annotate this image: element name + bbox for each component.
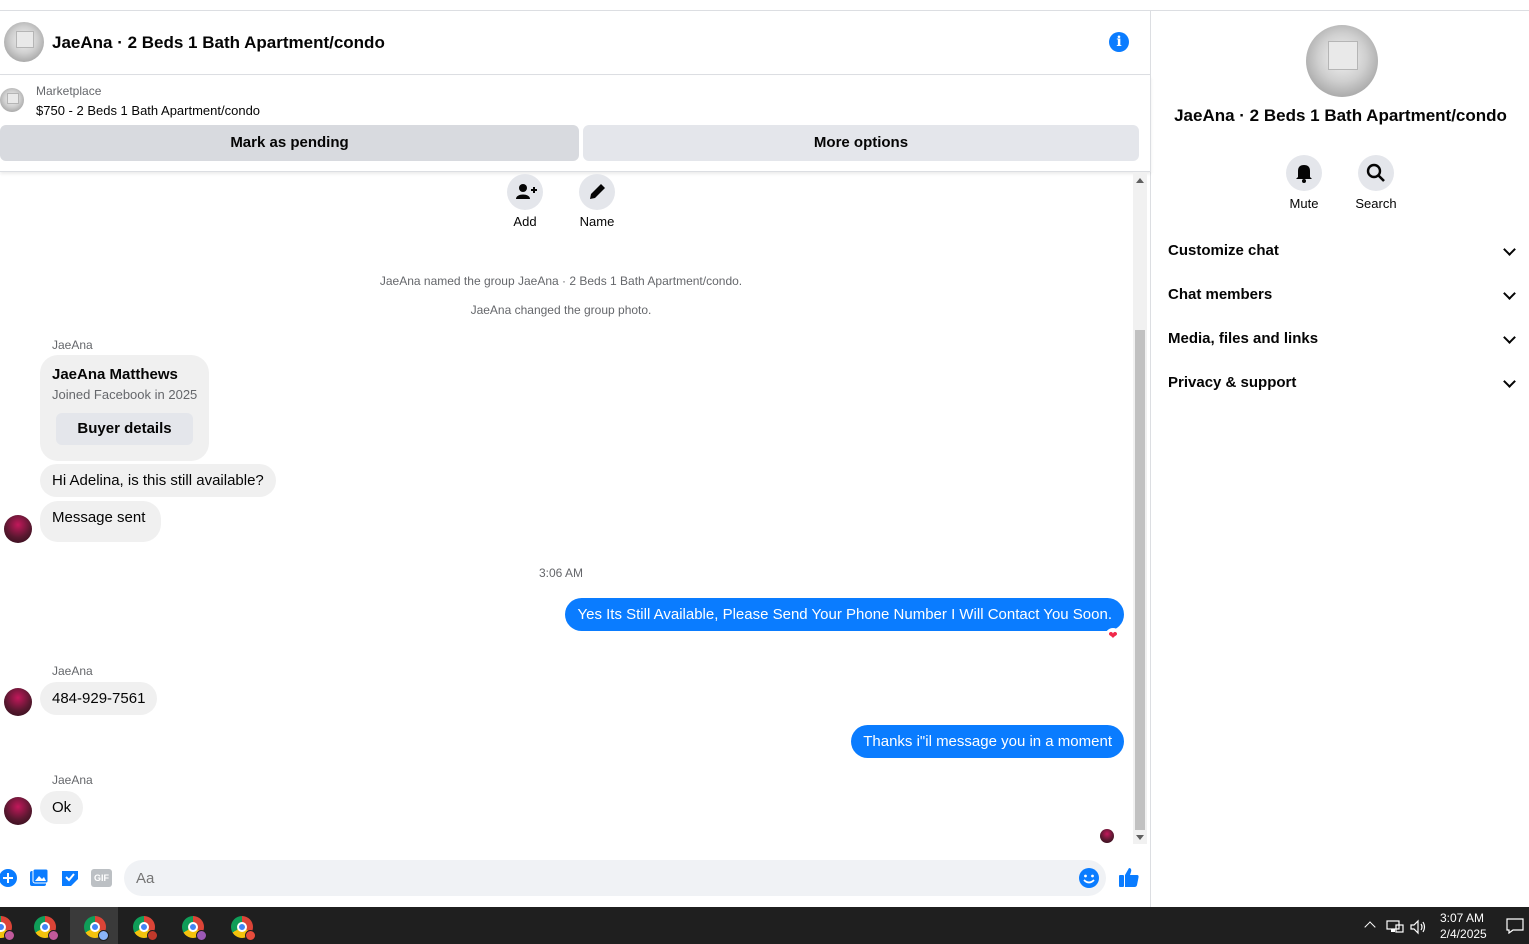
message-list: Add Name JaeAna named the group JaeAna ·… — [0, 172, 1151, 852]
scroll-thumb[interactable] — [1135, 330, 1145, 830]
group-avatar[interactable] — [4, 22, 44, 62]
scroll-down-arrow[interactable] — [1136, 835, 1144, 840]
section-label: Customize chat — [1168, 242, 1279, 259]
marketplace-listing-bar: Marketplace $750 - 2 Beds 1 Bath Apartme… — [0, 76, 1151, 172]
name-group-button[interactable] — [579, 174, 615, 210]
seen-receipt-avatar — [1100, 829, 1114, 843]
scroll-up-arrow[interactable] — [1136, 178, 1144, 183]
profile-joined: Joined Facebook in 2025 — [52, 387, 198, 402]
chrome-profile-icon[interactable] — [231, 916, 256, 941]
system-message-photo: JaeAna changed the group photo. — [470, 303, 652, 317]
message-composer: GIF — [0, 857, 1151, 907]
section-media-files-links[interactable]: Media, files and links — [1168, 319, 1518, 359]
listing-source: Marketplace — [36, 84, 102, 98]
plus-icon[interactable] — [0, 868, 18, 888]
chat-panel: JaeAna · 2 Beds 1 Bath Apartment/condo i… — [0, 11, 1151, 907]
system-message-rename: JaeAna named the group JaeAna · 2 Beds 1… — [379, 274, 743, 288]
section-label: Chat members — [1168, 286, 1273, 303]
chat-header: JaeAna · 2 Beds 1 Bath Apartment/condo i — [0, 11, 1151, 75]
add-people-button[interactable] — [507, 174, 543, 210]
chevron-down-icon — [1503, 287, 1516, 300]
chat-info-sidebar: JaeAna · 2 Beds 1 Bath Apartment/condo M… — [1152, 11, 1529, 907]
buyer-profile-card: JaeAna Matthews Joined Facebook in 2025 … — [40, 355, 209, 461]
user-avatar[interactable] — [4, 797, 32, 825]
heart-reaction-icon[interactable]: ❤ — [1105, 628, 1121, 644]
bell-icon — [1296, 165, 1312, 183]
message-input[interactable] — [136, 860, 1056, 896]
incoming-message[interactable]: Ok — [40, 791, 84, 824]
chrome-profile-icon[interactable] — [133, 916, 158, 941]
user-avatar[interactable] — [4, 688, 32, 716]
chrome-profile-icon[interactable] — [84, 916, 109, 941]
chrome-profile-icon[interactable] — [34, 916, 59, 941]
mark-as-pending-button[interactable]: Mark as pending — [0, 125, 579, 161]
chrome-profile-icon[interactable] — [0, 916, 15, 941]
chat-title[interactable]: JaeAna · 2 Beds 1 Bath Apartment/condo — [52, 33, 385, 53]
system-clock[interactable]: 3:07 AM 2/4/2025 — [1440, 910, 1487, 942]
network-icon[interactable] — [1386, 919, 1404, 935]
name-label: Name — [579, 214, 615, 229]
sender-name: JaeAna — [52, 773, 93, 787]
search-label: Search — [1355, 196, 1397, 211]
profile-name: JaeAna Matthews — [52, 366, 178, 383]
chrome-profile-icon[interactable] — [182, 916, 207, 941]
incoming-message[interactable]: Hi Adelina, is this still available? — [40, 464, 276, 497]
os-taskbar: 3:07 AM 2/4/2025 — [0, 907, 1529, 944]
search-button[interactable] — [1358, 155, 1394, 191]
volume-icon[interactable] — [1410, 919, 1428, 935]
more-options-button[interactable]: More options — [583, 125, 1139, 161]
mute-button[interactable] — [1286, 155, 1322, 191]
add-label: Add — [513, 214, 537, 229]
info-icon[interactable]: i — [1109, 32, 1129, 52]
clock-time: 3:07 AM — [1440, 911, 1485, 925]
section-privacy-support[interactable]: Privacy & support — [1168, 363, 1518, 403]
section-label: Privacy & support — [1168, 374, 1297, 391]
outgoing-message[interactable]: Thanks i"il message you in a moment — [851, 725, 1124, 758]
add-person-icon — [516, 184, 537, 199]
chat-scrollbar[interactable] — [1133, 172, 1147, 844]
photo-icon[interactable] — [29, 868, 49, 888]
emoji-icon[interactable] — [1078, 867, 1100, 889]
listing-price-title[interactable]: $750 - 2 Beds 1 Bath Apartment/condo — [36, 103, 260, 118]
section-customize-chat[interactable]: Customize chat — [1168, 231, 1518, 271]
gif-icon[interactable]: GIF — [91, 869, 112, 887]
chevron-up-icon[interactable] — [1364, 921, 1376, 933]
outgoing-message[interactable]: Yes Its Still Available, Please Send You… — [565, 598, 1124, 631]
chevron-down-icon — [1503, 375, 1516, 388]
sender-name: JaeAna — [52, 664, 93, 678]
clock-date: 2/4/2025 — [1440, 927, 1487, 941]
listing-thumbnail[interactable] — [0, 88, 24, 112]
top-divider — [0, 0, 1529, 11]
messenger-app: JaeAna · 2 Beds 1 Bath Apartment/condo i… — [0, 0, 1529, 907]
user-avatar[interactable] — [4, 515, 32, 543]
mute-label: Mute — [1289, 196, 1319, 211]
group-photo[interactable] — [1306, 25, 1378, 97]
incoming-message[interactable]: 484-929-7561 — [40, 682, 158, 715]
pencil-icon — [590, 184, 605, 199]
notification-icon[interactable] — [1506, 918, 1524, 934]
chevron-down-icon — [1503, 331, 1516, 344]
chevron-down-icon — [1503, 243, 1516, 256]
incoming-message[interactable]: Message sent — [40, 501, 162, 542]
section-chat-members[interactable]: Chat members — [1168, 275, 1518, 315]
search-icon — [1366, 163, 1385, 182]
sidebar-title: JaeAna · 2 Beds 1 Bath Apartment/condo — [1174, 106, 1507, 125]
thumbs-up-icon[interactable] — [1118, 866, 1140, 888]
sender-name: JaeAna — [52, 338, 93, 352]
buyer-details-button[interactable]: Buyer details — [56, 413, 193, 445]
message-input-box — [124, 860, 1106, 896]
message-timestamp: 3:06 AM — [538, 566, 584, 580]
sticker-icon[interactable] — [60, 868, 80, 888]
section-label: Media, files and links — [1168, 330, 1319, 347]
